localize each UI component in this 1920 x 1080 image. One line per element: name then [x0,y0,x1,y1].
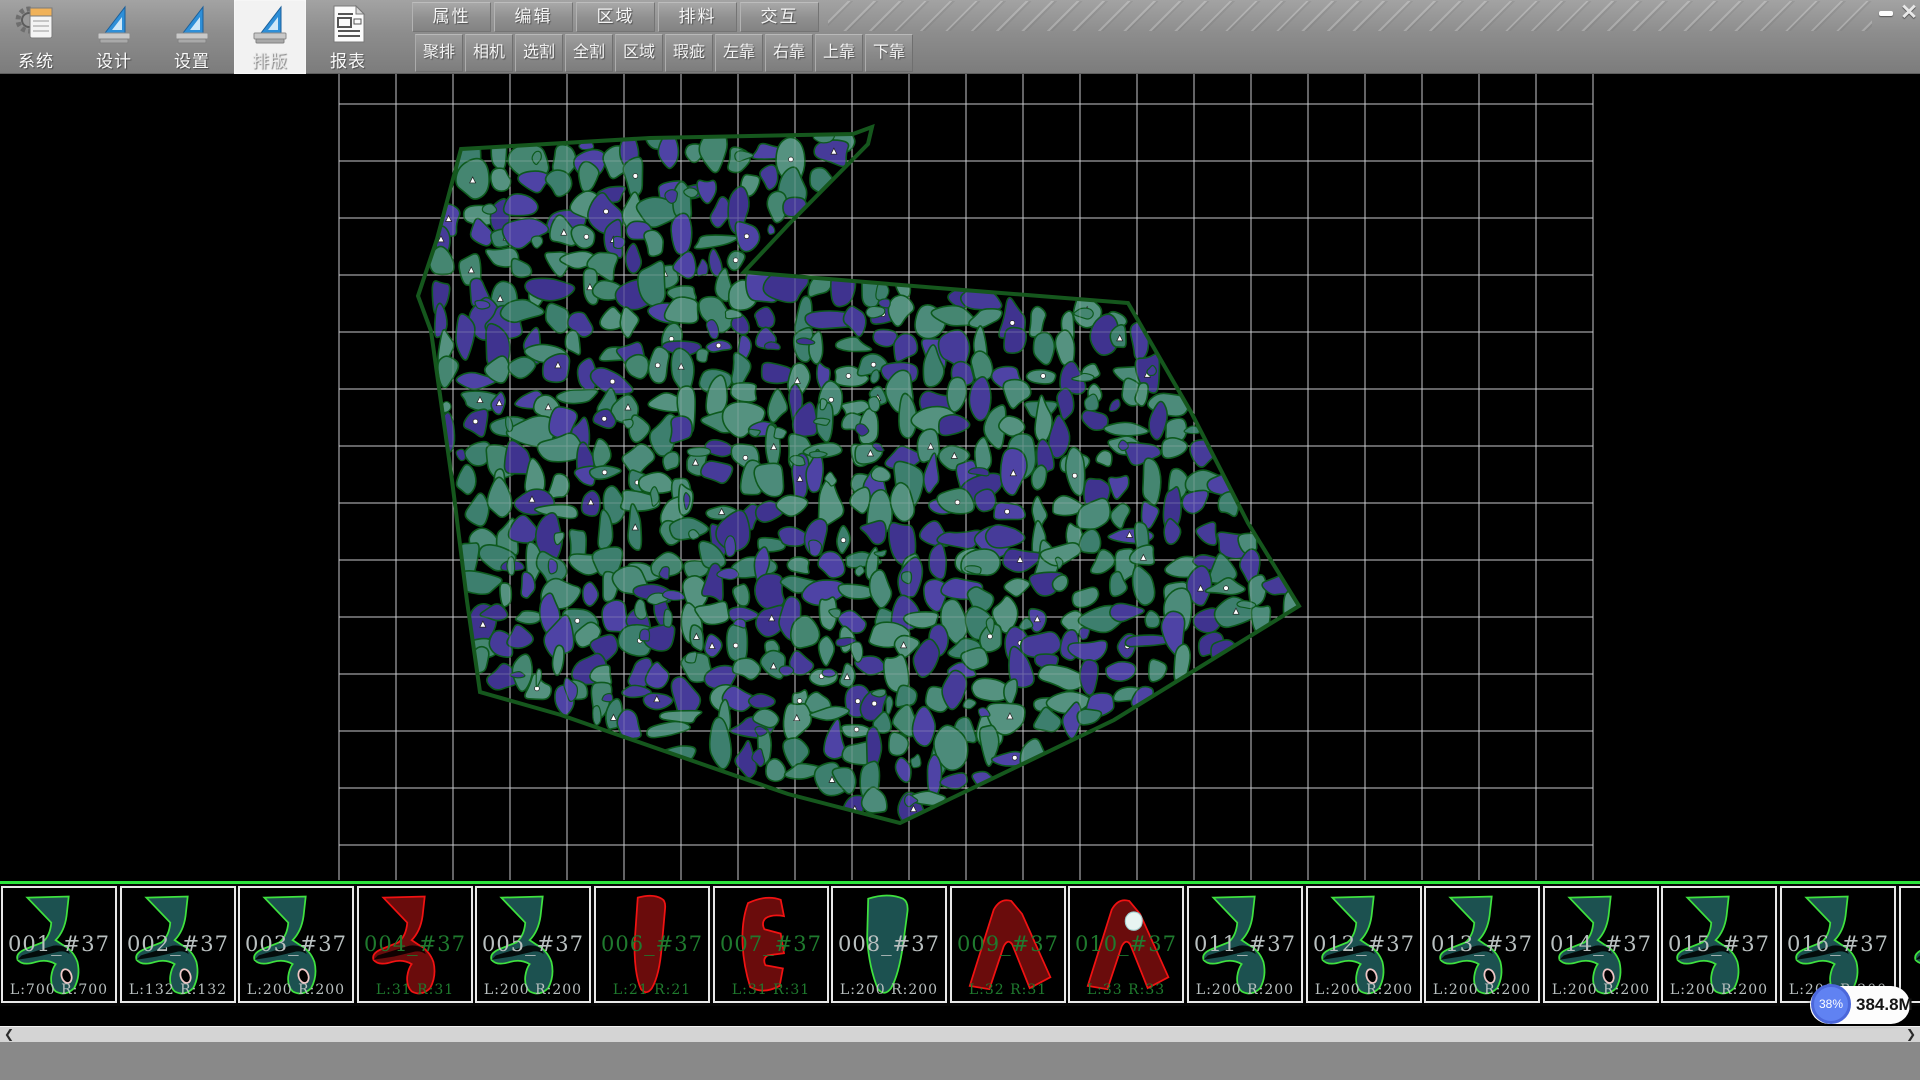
nesting-canvas[interactable] [0,74,1920,881]
minimize-icon [1879,11,1893,16]
set-square-icon [92,2,136,46]
menu-item-4[interactable]: 交互 [740,2,819,32]
tool-button-8[interactable]: 上靠 [815,34,863,72]
app-tab-report-4[interactable]: 报表 [312,0,384,74]
app-tab-system-0[interactable]: 系统 [0,0,72,74]
set-square-icon [248,2,292,46]
piece-thumbnail-10[interactable]: 010_#37L:33 R:33 [1068,886,1184,1003]
piece-shape-cshape [717,890,827,999]
tool-button-7[interactable]: 右靠 [765,34,813,72]
system-icon [14,2,58,46]
tool-button-5[interactable]: 瑕疵 [665,34,713,72]
tool-button-2[interactable]: 选割 [515,34,563,72]
piece-shape-boot [1191,890,1301,999]
piece-shape-boot [1903,890,1920,999]
menu-item-2[interactable]: 区域 [576,2,655,32]
application-window: 系统设计设置排版报表 属性编辑区域排料交互 聚排相机选割全割区域瑕疵左靠右靠上靠… [0,0,1920,1080]
app-tab-setsquare-2[interactable]: 设置 [156,0,228,74]
app-tab-label: 设置 [174,47,210,72]
status-bar [0,1042,1920,1080]
piece-shape-boot [1547,890,1657,999]
piece-thumbnail-6[interactable]: 006_#37L:21 R:21 [594,886,710,1003]
piece-shape-boot [479,890,589,999]
piece-thumbnail-13[interactable]: 013_#37L:200 R:200 [1424,886,1540,1003]
app-tab-label: 系统 [18,47,54,72]
piece-thumbnail-12[interactable]: 012_#37L:200 R:200 [1306,886,1422,1003]
minimize-button[interactable] [1876,5,1896,22]
piece-thumbnail-2[interactable]: 002_#37L:132 R:132 [120,886,236,1003]
piece-thumbnail-4[interactable]: 004_#37L:31 R:31 [357,886,473,1003]
menu-item-3[interactable]: 排料 [658,2,737,32]
workspace-svg[interactable] [0,74,1920,881]
tool-button-4[interactable]: 区域 [615,34,663,72]
piece-thumbnail-1[interactable]: 001_#37L:700 R:700 [1,886,117,1003]
tool-button-6[interactable]: 左靠 [715,34,763,72]
memory-value-label: 384.8M [1856,986,1913,1024]
piece-shape-tallboot [835,890,945,999]
app-tab-setsquare-1[interactable]: 设计 [78,0,150,74]
piece-thumbnail-9[interactable]: 009_#37L:32 R:31 [950,886,1066,1003]
piece-thumbnail-15[interactable]: 015_#37L:200 R:200 [1661,886,1777,1003]
piece-thumbnail-8[interactable]: 008_#37L:200 R:200 [831,886,947,1003]
piece-shape-boot [1784,890,1894,999]
app-tab-label: 设计 [96,47,132,72]
tool-button-9[interactable]: 下靠 [865,34,913,72]
toolbar-header: 系统设计设置排版报表 属性编辑区域排料交互 聚排相机选割全割区域瑕疵左靠右靠上靠… [0,0,1920,74]
horizontal-scrollbar[interactable]: ❮ ❯ [0,1026,1920,1042]
memory-monitor-badge[interactable]: 38% 384.8M [1810,986,1910,1024]
piece-thumbnail-strip: 001_#37L:700 R:700002_#37L:132 R:132003_… [0,884,1920,1006]
piece-shape-boot [124,890,234,999]
piece-thumbnail-7[interactable]: 007_#37L:31 R:31 [713,886,829,1003]
piece-shape-column [598,890,708,999]
piece-thumbnail-11[interactable]: 011_#37L:200 R:200 [1187,886,1303,1003]
piece-shape-boot [1310,890,1420,999]
piece-thumbnail-5[interactable]: 005_#37L:200 R:200 [475,886,591,1003]
close-button[interactable]: ✕ [1898,3,1920,23]
menu-item-1[interactable]: 编辑 [494,2,573,32]
piece-shape-ashape [1072,890,1182,999]
piece-shape-boot [361,890,471,999]
piece-shape-boot [5,890,115,999]
report-icon [326,2,370,46]
tool-button-1[interactable]: 相机 [465,34,513,72]
scroll-right-button[interactable]: ❯ [1902,1027,1920,1043]
titlebar-texture [828,1,1872,31]
app-tab-label: 排版 [252,47,288,72]
piece-thumbnail-3[interactable]: 003_#37L:200 R:200 [238,886,354,1003]
set-square-icon [170,2,214,46]
scroll-left-button[interactable]: ❮ [0,1027,18,1043]
close-icon: ✕ [1900,1,1918,24]
memory-percent-circle: 38% [1811,984,1851,1024]
piece-shape-ashape [954,890,1064,999]
piece-shape-boot [1428,890,1538,999]
piece-shape-boot [1665,890,1775,999]
piece-shape-boot [242,890,352,999]
piece-thumbnail-14[interactable]: 014_#37L:200 R:200 [1543,886,1659,1003]
tool-button-3[interactable]: 全割 [565,34,613,72]
app-tab-label: 报表 [330,47,366,72]
memory-percent-label: 38% [1819,997,1843,1011]
app-tab-setsquare-3[interactable]: 排版 [234,0,306,74]
menu-item-0[interactable]: 属性 [412,2,491,32]
tool-button-0[interactable]: 聚排 [415,34,463,72]
